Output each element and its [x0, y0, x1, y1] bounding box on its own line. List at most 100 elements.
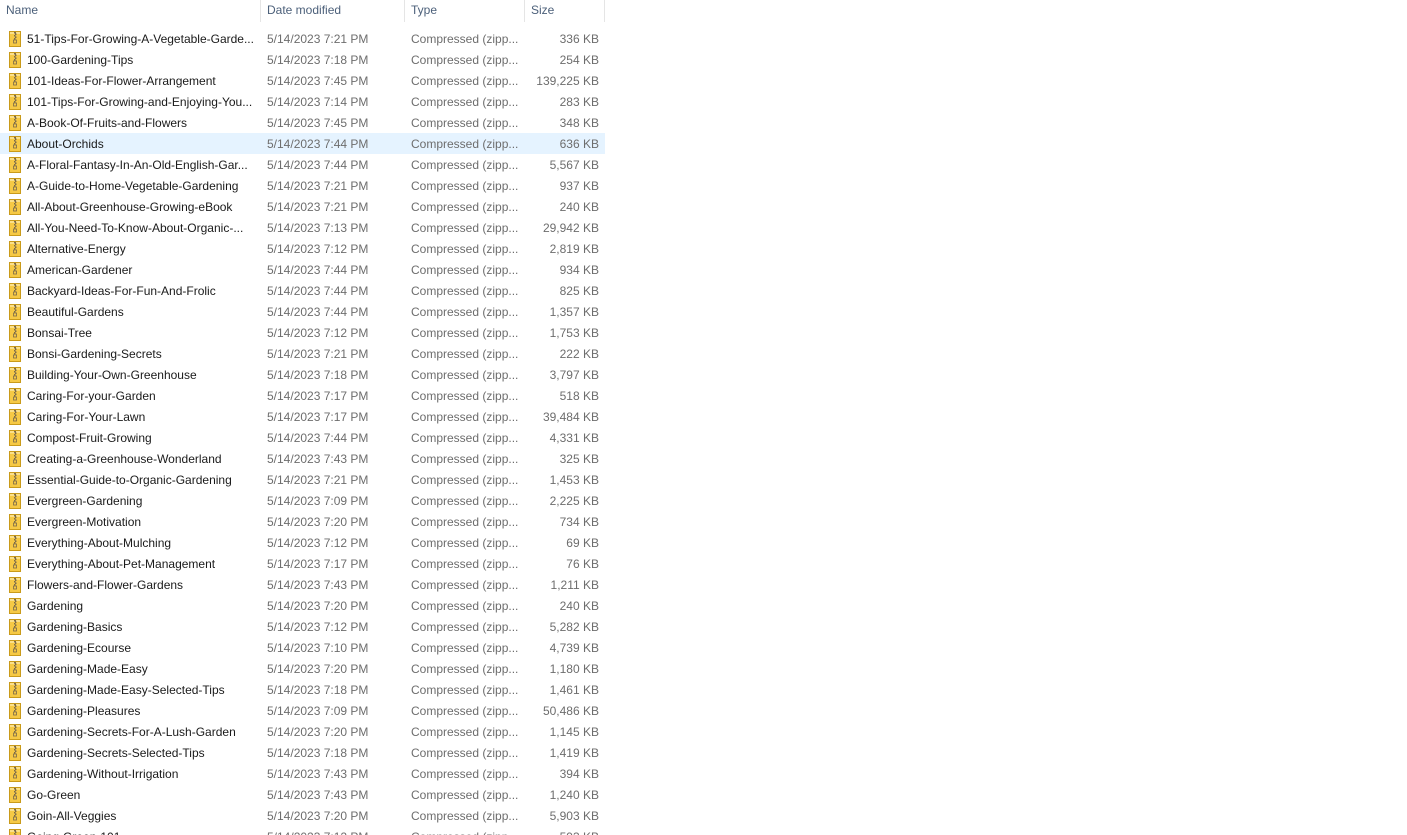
file-date-modified: 5/14/2023 7:12 PM — [267, 241, 369, 256]
zip-folder-icon — [9, 765, 21, 782]
file-row[interactable]: Creating-a-Greenhouse-Wonderland 5/14/20… — [0, 448, 605, 469]
file-name-cell: Gardening-Made-Easy-Selected-Tips — [0, 681, 261, 698]
file-type: Compressed (zipp... — [411, 409, 519, 424]
file-row[interactable]: Beautiful-Gardens 5/14/2023 7:44 PM Comp… — [0, 301, 605, 322]
file-type: Compressed (zipp... — [411, 178, 519, 193]
column-header-date-modified[interactable]: Date modified — [261, 0, 405, 22]
file-row[interactable]: Alternative-Energy 5/14/2023 7:12 PM Com… — [0, 238, 605, 259]
file-name-cell: Gardening-Secrets-Selected-Tips — [0, 744, 261, 761]
file-size: 240 KB — [559, 598, 599, 613]
file-size: 50,486 KB — [542, 703, 599, 718]
column-header-name[interactable]: ⌃ Name — [0, 0, 261, 22]
file-row[interactable]: Gardening-Secrets-Selected-Tips 5/14/202… — [0, 742, 605, 763]
file-date-modified: 5/14/2023 7:21 PM — [267, 472, 369, 487]
file-name: A-Floral-Fantasy-In-An-Old-English-Gar..… — [27, 157, 248, 172]
file-name: Gardening-Made-Easy — [27, 661, 148, 676]
file-row[interactable]: Compost-Fruit-Growing 5/14/2023 7:44 PM … — [0, 427, 605, 448]
file-date-modified: 5/14/2023 7:44 PM — [267, 430, 369, 445]
zip-folder-icon — [9, 114, 21, 131]
file-type: Compressed (zipp... — [411, 31, 519, 46]
file-row[interactable]: A-Guide-to-Home-Vegetable-Gardening 5/14… — [0, 175, 605, 196]
file-name-cell: Going-Green-101 — [0, 828, 261, 835]
file-size: 1,357 KB — [549, 304, 599, 319]
file-row[interactable]: 100-Gardening-Tips 5/14/2023 7:18 PM Com… — [0, 49, 605, 70]
file-row[interactable]: Bonsai-Tree 5/14/2023 7:12 PM Compressed… — [0, 322, 605, 343]
file-row[interactable]: Gardening 5/14/2023 7:20 PM Compressed (… — [0, 595, 605, 616]
file-row[interactable]: Gardening-Ecourse 5/14/2023 7:10 PM Comp… — [0, 637, 605, 658]
file-size: 5,567 KB — [549, 157, 599, 172]
file-name: Backyard-Ideas-For-Fun-And-Frolic — [27, 283, 216, 298]
file-row[interactable]: A-Book-Of-Fruits-and-Flowers 5/14/2023 7… — [0, 112, 605, 133]
file-date-modified: 5/14/2023 7:20 PM — [267, 514, 369, 529]
file-name-cell: Caring-For-Your-Lawn — [0, 408, 261, 425]
file-row[interactable]: Caring-For-Your-Lawn 5/14/2023 7:17 PM C… — [0, 406, 605, 427]
file-size: 69 KB — [566, 535, 599, 550]
column-header-date-label: Date modified — [267, 3, 342, 17]
column-header-type[interactable]: Type — [405, 0, 525, 22]
zip-folder-icon — [9, 555, 21, 572]
file-row[interactable]: American-Gardener 5/14/2023 7:44 PM Comp… — [0, 259, 605, 280]
file-row[interactable]: Bonsi-Gardening-Secrets 5/14/2023 7:21 P… — [0, 343, 605, 364]
file-row[interactable]: All-About-Greenhouse-Growing-eBook 5/14/… — [0, 196, 605, 217]
file-row[interactable]: Backyard-Ideas-For-Fun-And-Frolic 5/14/2… — [0, 280, 605, 301]
file-row[interactable]: 51-Tips-For-Growing-A-Vegetable-Garde...… — [0, 28, 605, 49]
file-row[interactable]: About-Orchids 5/14/2023 7:44 PM Compress… — [0, 133, 605, 154]
file-row[interactable]: Gardening-Without-Irrigation 5/14/2023 7… — [0, 763, 605, 784]
column-header-size[interactable]: Size — [525, 0, 605, 22]
file-row[interactable]: Essential-Guide-to-Organic-Gardening 5/1… — [0, 469, 605, 490]
file-name: American-Gardener — [27, 262, 133, 277]
file-row[interactable]: Gardening-Pleasures 5/14/2023 7:09 PM Co… — [0, 700, 605, 721]
file-row[interactable]: Gardening-Secrets-For-A-Lush-Garden 5/14… — [0, 721, 605, 742]
file-row[interactable]: Going-Green-101 5/14/2023 7:12 PM Compre… — [0, 826, 605, 835]
file-row[interactable]: Go-Green 5/14/2023 7:43 PM Compressed (z… — [0, 784, 605, 805]
file-name-cell: Evergreen-Gardening — [0, 492, 261, 509]
file-date-modified: 5/14/2023 7:21 PM — [267, 199, 369, 214]
file-date-modified: 5/14/2023 7:12 PM — [267, 619, 369, 634]
file-row[interactable]: Gardening-Made-Easy-Selected-Tips 5/14/2… — [0, 679, 605, 700]
file-name-cell: Goin-All-Veggies — [0, 807, 261, 824]
file-size: 1,461 KB — [549, 682, 599, 697]
file-row[interactable]: Evergreen-Motivation 5/14/2023 7:20 PM C… — [0, 511, 605, 532]
file-date-modified: 5/14/2023 7:20 PM — [267, 598, 369, 613]
zip-folder-icon — [9, 744, 21, 761]
file-size: 222 KB — [559, 346, 599, 361]
zip-folder-icon — [9, 366, 21, 383]
file-date-modified: 5/14/2023 7:13 PM — [267, 220, 369, 235]
file-type: Compressed (zipp... — [411, 535, 519, 550]
file-row[interactable]: Gardening-Basics 5/14/2023 7:12 PM Compr… — [0, 616, 605, 637]
file-name: Goin-All-Veggies — [27, 808, 117, 823]
file-size: 2,225 KB — [549, 493, 599, 508]
file-row[interactable]: Flowers-and-Flower-Gardens 5/14/2023 7:4… — [0, 574, 605, 595]
file-name-cell: A-Guide-to-Home-Vegetable-Gardening — [0, 177, 261, 194]
file-row[interactable]: Goin-All-Veggies 5/14/2023 7:20 PM Compr… — [0, 805, 605, 826]
file-name-cell: Evergreen-Motivation — [0, 513, 261, 530]
file-size: 2,819 KB — [549, 241, 599, 256]
file-name: Gardening-Secrets-Selected-Tips — [27, 745, 205, 760]
file-date-modified: 5/14/2023 7:18 PM — [267, 682, 369, 697]
file-type: Compressed (zipp... — [411, 808, 519, 823]
file-explorer-details-view: ⌃ Name Date modified Type Size 51-Tips-F… — [0, 0, 1407, 835]
file-row[interactable]: 101-Tips-For-Growing-and-Enjoying-You...… — [0, 91, 605, 112]
file-name: Caring-For-your-Garden — [27, 388, 156, 403]
file-row[interactable]: All-You-Need-To-Know-About-Organic-... 5… — [0, 217, 605, 238]
file-row[interactable]: Everything-About-Pet-Management 5/14/202… — [0, 553, 605, 574]
file-row[interactable]: Gardening-Made-Easy 5/14/2023 7:20 PM Co… — [0, 658, 605, 679]
file-type: Compressed (zipp... — [411, 766, 519, 781]
file-row[interactable]: 101-Ideas-For-Flower-Arrangement 5/14/20… — [0, 70, 605, 91]
file-date-modified: 5/14/2023 7:43 PM — [267, 451, 369, 466]
file-row[interactable]: Evergreen-Gardening 5/14/2023 7:09 PM Co… — [0, 490, 605, 511]
file-name-cell: Creating-a-Greenhouse-Wonderland — [0, 450, 261, 467]
file-row[interactable]: Building-Your-Own-Greenhouse 5/14/2023 7… — [0, 364, 605, 385]
zip-folder-icon — [9, 303, 21, 320]
zip-folder-icon — [9, 597, 21, 614]
file-date-modified: 5/14/2023 7:10 PM — [267, 640, 369, 655]
file-row[interactable]: A-Floral-Fantasy-In-An-Old-English-Gar..… — [0, 154, 605, 175]
file-name-cell: Backyard-Ideas-For-Fun-And-Frolic — [0, 282, 261, 299]
file-list: 51-Tips-For-Growing-A-Vegetable-Garde...… — [0, 28, 605, 835]
zip-folder-icon — [9, 93, 21, 110]
file-date-modified: 5/14/2023 7:17 PM — [267, 556, 369, 571]
file-name-cell: American-Gardener — [0, 261, 261, 278]
file-row[interactable]: Everything-About-Mulching 5/14/2023 7:12… — [0, 532, 605, 553]
file-row[interactable]: Caring-For-your-Garden 5/14/2023 7:17 PM… — [0, 385, 605, 406]
file-date-modified: 5/14/2023 7:18 PM — [267, 367, 369, 382]
